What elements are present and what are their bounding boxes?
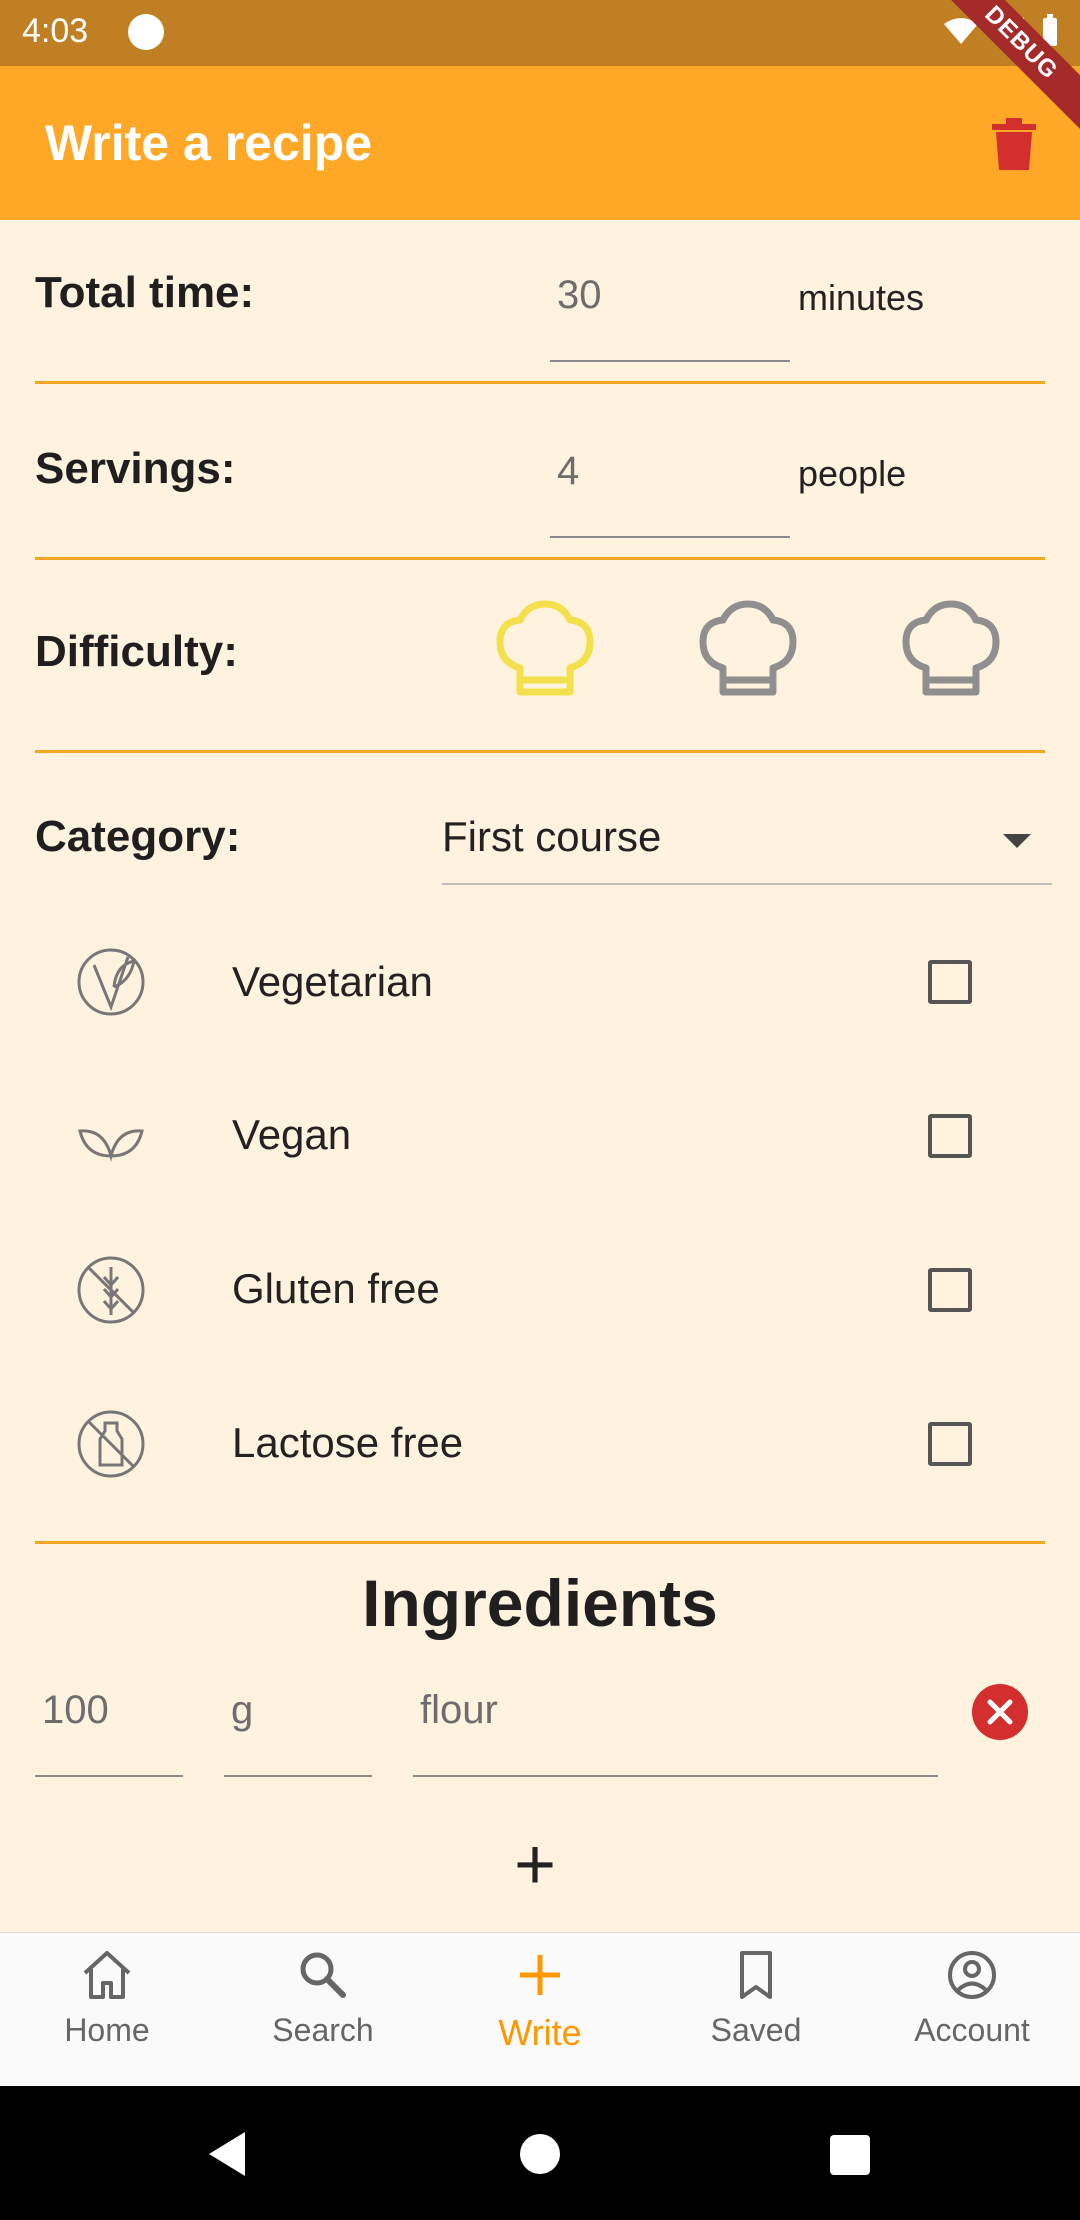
category-select[interactable]: First course [442,813,661,861]
add-ingredient-button[interactable]: + [514,1824,556,1906]
divider [35,381,1045,384]
vegan-label: Vegan [232,1111,352,1158]
divider [35,1541,1045,1544]
ingredients-title: Ingredients [362,1566,718,1640]
nav-write-label: Write [498,2012,582,2053]
page-title: Write a recipe [45,115,373,171]
nav-search[interactable]: Search [223,1949,423,2049]
remove-ingredient-icon[interactable] [972,1684,1028,1740]
unit-underline [224,1775,372,1777]
nav-account[interactable]: Account [872,1949,1072,2049]
debug-label: DEBUG [940,0,1080,131]
notification-app-icon [128,14,164,50]
no-milk-icon [77,1410,145,1478]
account-icon [948,1951,996,1999]
lactose-free-checkbox[interactable] [928,1422,972,1466]
total-time-input[interactable]: 30 [557,273,602,318]
nav-search-label: Search [272,2012,374,2048]
difficulty-label: Difficulty: [35,627,238,676]
servings-underline [550,536,790,538]
vegan-checkbox[interactable] [928,1114,972,1158]
chef-hat-icon-1[interactable] [490,600,600,710]
lactose-free-label: Lactose free [232,1419,464,1466]
nav-home-label: Home [64,2012,150,2048]
plus-icon [520,1955,560,1995]
app-bar: Write a recipe [0,66,1080,220]
total-time-label: Total time: [35,268,255,317]
ingredient-unit-input[interactable]: g [231,1688,253,1733]
back-icon[interactable] [205,2130,249,2178]
chef-hat-icon-3[interactable] [896,600,1006,710]
nav-home[interactable]: Home [7,1949,207,2049]
nav-saved[interactable]: Saved [656,1949,856,2049]
home-button-icon[interactable] [518,2132,562,2176]
chef-hat-icon-2[interactable] [693,600,803,710]
debug-banner: DEBUG [940,0,1080,140]
bookmark-icon [740,1951,772,1999]
leaves-icon [78,1129,144,1162]
status-time: 4:03 [22,12,89,50]
gluten-free-checkbox[interactable] [928,1268,972,1312]
nav-saved-label: Saved [710,2012,802,2048]
gluten-free-label: Gluten free [232,1265,440,1312]
divider [35,557,1045,560]
vegetarian-label: Vegetarian [232,958,433,1005]
ingredient-quantity-input[interactable]: 100 [42,1688,109,1733]
category-label: Category: [35,812,241,861]
name-underline [413,1775,938,1777]
total-time-unit: minutes [798,277,925,318]
nav-write[interactable]: Write [440,1949,640,2054]
vegetarian-checkbox[interactable] [928,960,972,1004]
divider [35,750,1045,753]
nav-account-label: Account [914,2012,1030,2048]
bottom-navigation: Home Search Write Saved Account [0,1932,1080,2087]
category-underline [442,883,1052,885]
servings-label: Servings: [35,444,236,493]
system-navigation-bar [0,2086,1080,2220]
servings-input[interactable]: 4 [557,449,579,494]
dropdown-arrow-icon[interactable] [1003,834,1031,848]
servings-unit: people [798,453,907,494]
home-icon [83,1951,131,1999]
search-icon [300,1952,346,1998]
no-wheat-icon [77,1256,145,1324]
status-bar: 4:03 [0,0,1080,66]
leaf-circle-icon [77,948,145,1016]
total-time-underline [550,360,790,362]
quantity-underline [35,1775,183,1777]
recents-icon[interactable] [829,2134,871,2176]
ingredient-name-input[interactable]: flour [420,1688,498,1733]
